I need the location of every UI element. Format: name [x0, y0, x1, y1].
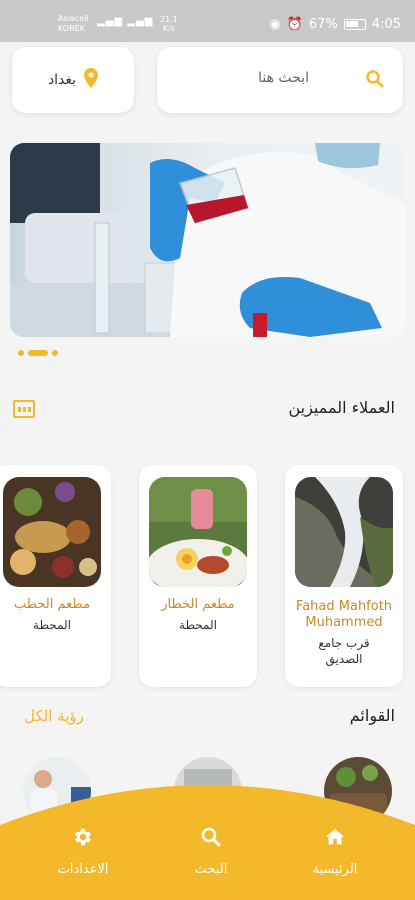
- restaurant-card[interactable]: Fahad Mahfoth Muhammed قرب جامع الصديق: [285, 465, 403, 687]
- restaurant-address: المحطة: [179, 618, 217, 632]
- home-icon: [324, 828, 346, 852]
- nav-search[interactable]: البحث: [166, 826, 256, 877]
- restaurant-card[interactable]: مطعم الخطار المحطة: [139, 465, 257, 687]
- network-speed: 21.1 K/s: [160, 15, 178, 33]
- nav-search-label: البحث: [194, 862, 228, 877]
- search-bar[interactable]: ابحث هنا: [157, 47, 403, 113]
- nav-home[interactable]: الرئيسية: [290, 826, 380, 877]
- carrier-label: Asiacell KOREK: [58, 14, 89, 33]
- lists-title: القوائم: [349, 706, 395, 725]
- restaurant-card[interactable]: مطعم الحطب المحطة: [0, 465, 111, 687]
- status-bar: Asiacell KOREK ▂▄▆ ▂▄▆ 21.1 K/s ◉ ⏰ 67% …: [0, 0, 415, 42]
- alarm-icon: ⏰: [286, 17, 303, 32]
- clock: 4:05: [371, 17, 401, 32]
- grid-view-icon[interactable]: [13, 400, 35, 418]
- battery-percent: 67%: [308, 17, 338, 32]
- gear-icon: [72, 828, 94, 852]
- restaurant-address: قرب جامع الصديق: [318, 636, 370, 666]
- restaurant-name: مطعم الحطب: [13, 597, 91, 612]
- search-icon: [200, 827, 222, 852]
- location-label: بغداد: [47, 72, 77, 88]
- nav-settings[interactable]: الاعدادات: [38, 826, 128, 877]
- nav-settings-label: الاعدادات: [57, 862, 109, 877]
- carousel-dot-active[interactable]: [28, 350, 48, 356]
- nav-home-label: الرئيسية: [312, 862, 358, 877]
- battery-icon: [343, 19, 366, 30]
- restaurant-image: [295, 477, 393, 587]
- restaurant-image: [3, 477, 101, 587]
- location-pin-icon: [84, 68, 99, 92]
- lab-banner-image: [10, 143, 406, 337]
- featured-clients-title: العملاء المميزين: [288, 398, 395, 417]
- location-selector[interactable]: بغداد: [12, 47, 134, 113]
- carousel-indicator: [18, 350, 58, 356]
- promo-banner[interactable]: [10, 143, 406, 337]
- eye-icon: ◉: [269, 17, 281, 32]
- search-icon[interactable]: [365, 69, 385, 93]
- carousel-dot[interactable]: [52, 350, 58, 356]
- restaurant-image: [149, 477, 247, 587]
- search-placeholder: ابحث هنا: [258, 70, 309, 86]
- see-all-link[interactable]: رؤية الكل: [24, 707, 84, 725]
- restaurant-address: المحطة: [33, 618, 71, 632]
- carousel-dot[interactable]: [18, 350, 24, 356]
- signal-icon: ▂▄▆ ▂▄▆: [97, 16, 154, 27]
- restaurant-name: Fahad Mahfoth Muhammed: [295, 599, 393, 630]
- status-right: ◉ ⏰ 67% 4:05: [269, 17, 401, 32]
- restaurant-name: مطعم الخطار: [161, 597, 235, 612]
